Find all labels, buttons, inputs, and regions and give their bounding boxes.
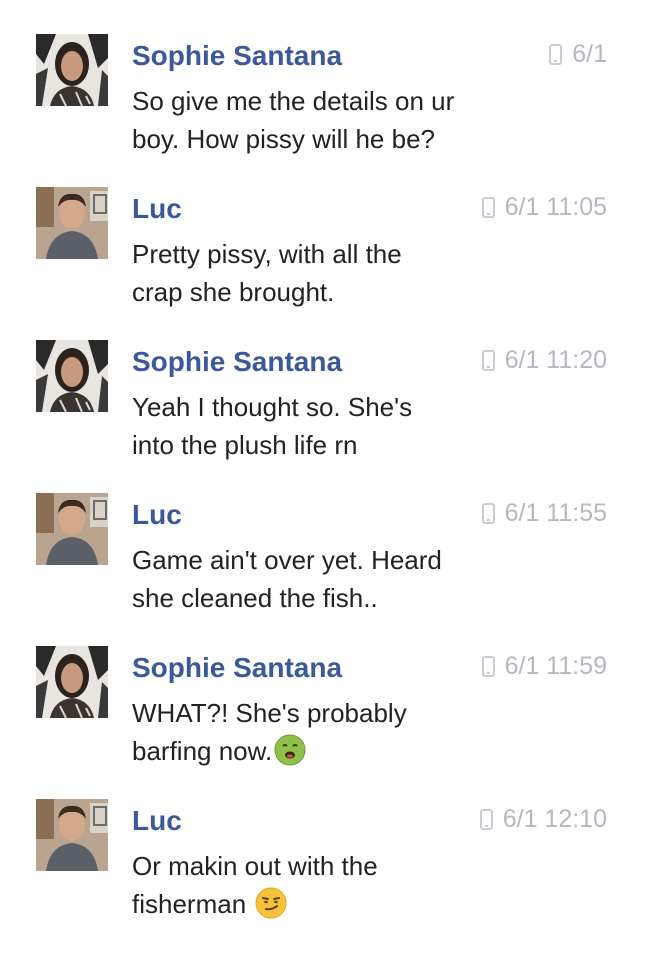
- message-thread: Sophie Santana 6/1 So give me the detail…: [0, 0, 659, 970]
- message-item: Luc 6/1 12:10 Or makin out with the fish…: [0, 799, 659, 939]
- message-line: fisherman: [132, 885, 532, 923]
- sender-name[interactable]: Luc: [132, 499, 182, 531]
- luc-avatar-image: [36, 187, 108, 259]
- phone-icon: [481, 656, 495, 677]
- smirking-face-emoji: [255, 887, 287, 919]
- message-line-text: barfing now.: [132, 736, 273, 766]
- sophie-avatar-image: [36, 340, 108, 412]
- message-line: Or makin out with the: [132, 851, 378, 881]
- avatar[interactable]: [36, 34, 108, 106]
- message-meta: 6/1 11:55: [481, 499, 607, 528]
- timestamp: 6/1 11:55: [504, 499, 607, 527]
- message-text: Yeah I thought so. She's into the plush …: [132, 388, 532, 464]
- timestamp: 6/1 11:20: [504, 346, 607, 374]
- phone-icon: [479, 809, 493, 830]
- message-line: boy. How pissy will he be?: [132, 124, 435, 154]
- avatar[interactable]: [36, 187, 108, 259]
- message-item: Sophie Santana 6/1 So give me the detail…: [0, 34, 659, 174]
- timestamp: 6/1 11:05: [504, 193, 607, 221]
- message-meta: 6/1 12:10: [479, 805, 607, 834]
- timestamp: 6/1 11:59: [504, 652, 607, 680]
- message-meta: 6/1: [549, 40, 607, 69]
- sender-name[interactable]: Luc: [132, 805, 182, 837]
- message-text: Or makin out with the fisherman: [132, 847, 532, 923]
- sender-name[interactable]: Luc: [132, 193, 182, 225]
- message-item: Luc 6/1 11:05 Pretty pissy, with all the…: [0, 187, 659, 327]
- message-text: Game ain't over yet. Heard she cleaned t…: [132, 541, 532, 617]
- sender-name[interactable]: Sophie Santana: [132, 652, 342, 684]
- message-meta: 6/1 11:20: [481, 346, 607, 375]
- sender-name[interactable]: Sophie Santana: [132, 40, 342, 72]
- phone-icon: [549, 44, 563, 65]
- message-line: she cleaned the fish..: [132, 583, 378, 613]
- sophie-avatar-image: [36, 646, 108, 718]
- luc-avatar-image: [36, 799, 108, 871]
- phone-icon: [481, 350, 495, 371]
- message-line-text: fisherman: [132, 889, 254, 919]
- luc-avatar-image: [36, 493, 108, 565]
- phone-icon: [481, 197, 495, 218]
- message-line: Yeah I thought so. She's: [132, 392, 413, 422]
- message-line: crap she brought.: [132, 277, 335, 307]
- avatar[interactable]: [36, 646, 108, 718]
- message-line: into the plush life rn: [132, 430, 358, 460]
- message-line: Game ain't over yet. Heard: [132, 545, 442, 575]
- phone-icon: [481, 503, 495, 524]
- avatar[interactable]: [36, 340, 108, 412]
- message-meta: 6/1 11:59: [481, 652, 607, 681]
- message-meta: 6/1 11:05: [481, 193, 607, 222]
- sophie-avatar-image: [36, 34, 108, 106]
- message-text: So give me the details on ur boy. How pi…: [132, 82, 532, 158]
- timestamp: 6/1 12:10: [502, 805, 607, 833]
- message-item: Luc 6/1 11:55 Game ain't over yet. Heard…: [0, 493, 659, 633]
- nauseated-face-emoji: [274, 734, 306, 766]
- sender-name[interactable]: Sophie Santana: [132, 346, 342, 378]
- avatar[interactable]: [36, 493, 108, 565]
- message-text: Pretty pissy, with all the crap she brou…: [132, 235, 532, 311]
- message-line: Pretty pissy, with all the: [132, 239, 402, 269]
- timestamp: 6/1: [572, 40, 607, 68]
- message-line: WHAT?! She's probably: [132, 698, 407, 728]
- message-line: So give me the details on ur: [132, 86, 455, 116]
- message-text: WHAT?! She's probably barfing now.: [132, 694, 532, 770]
- message-line: barfing now.: [132, 732, 532, 770]
- message-item: Sophie Santana 6/1 11:20 Yeah I thought …: [0, 340, 659, 480]
- message-item: Sophie Santana 6/1 11:59 WHAT?! She's pr…: [0, 646, 659, 786]
- avatar[interactable]: [36, 799, 108, 871]
